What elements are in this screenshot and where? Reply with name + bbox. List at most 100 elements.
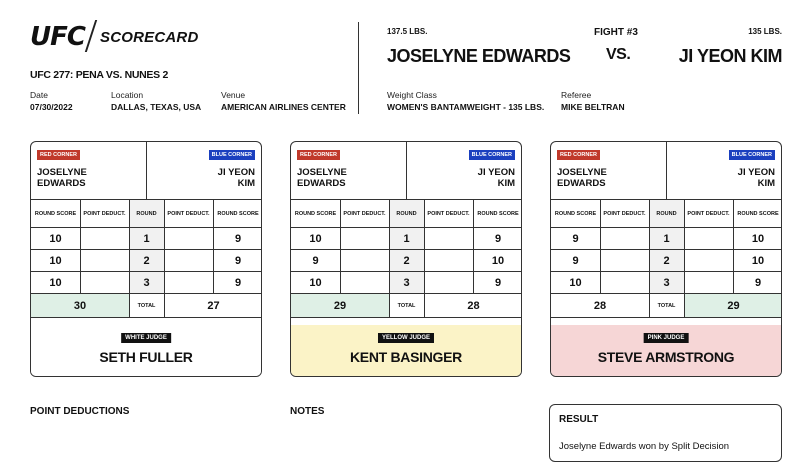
- result-box: RESULT Joselyne Edwards won by Split Dec…: [549, 404, 782, 462]
- grid-line: [649, 200, 650, 318]
- judge-name: STEVE ARMSTRONG: [597, 349, 735, 365]
- red-corner-name: JOSELYNE EDWARDS: [297, 167, 347, 189]
- red-round-score: 10: [49, 276, 62, 289]
- blue-round-score: 10: [751, 254, 765, 267]
- grid-line: [733, 200, 734, 294]
- blue-total: 27: [164, 294, 261, 317]
- red-fighter-name: JOSELYNE EDWARDS: [387, 46, 571, 66]
- ufc-logo: UFC: [30, 22, 86, 52]
- fight-number: FIGHT #3: [594, 27, 638, 38]
- corner-divider: [146, 142, 147, 200]
- red-round-score: 10: [49, 254, 62, 267]
- blue-corner-badge: BLUE CORNER: [468, 150, 515, 160]
- venue-value: AMERICAN AIRLINES CENTER: [221, 102, 346, 112]
- judge-color-badge: WHITE JUDGE: [121, 333, 171, 343]
- blue-round-score: 9: [494, 232, 502, 245]
- total-label: TOTAL: [657, 302, 676, 309]
- header-cell: POINT DEDUCT.: [603, 210, 646, 217]
- round-number: 2: [129, 250, 164, 271]
- referee-label: Referee: [561, 90, 592, 100]
- score-header-row: ROUND SCORE POINT DEDUCT. ROUND POINT DEDUC…: [31, 200, 261, 228]
- red-corner-badge: RED CORNER: [297, 150, 340, 160]
- judge-name: KENT BASINGER: [350, 349, 462, 365]
- total-row: 28 TOTAL 29: [551, 294, 781, 318]
- header-cell: ROUND SCORE: [217, 210, 259, 217]
- red-corner-badge: RED CORNER: [557, 150, 600, 160]
- grid-line: [164, 200, 165, 318]
- blue-round-score: 9: [234, 254, 242, 267]
- round-row: 10 2 9: [31, 250, 261, 272]
- red-point-deduct: [80, 250, 129, 271]
- red-round-score: 10: [309, 232, 322, 245]
- blue-point-deduct: [684, 272, 733, 293]
- scorecard-3: RED CORNER BLUE CORNER JOSELYNE EDWARDS JI Y…: [550, 141, 782, 377]
- red-last-name: EDWARDS: [557, 178, 606, 189]
- scorecard-1: RED CORNER BLUE CORNER JOSELYNE EDWARDS JI Y…: [30, 141, 262, 377]
- blue-round-score: 10: [491, 254, 505, 267]
- judge-panel: WHITE JUDGE SETH FULLER: [31, 325, 261, 376]
- red-round-score: 9: [312, 254, 319, 267]
- red-point-deduct: [600, 228, 649, 249]
- round-row: 10 1 9: [31, 228, 261, 250]
- blue-point-deduct: [164, 228, 213, 249]
- scorecard-2: RED CORNER BLUE CORNER JOSELYNE EDWARDS JI Y…: [290, 141, 522, 377]
- blue-point-deduct: [164, 250, 213, 271]
- grid-line: [80, 200, 81, 294]
- red-total: 29: [291, 294, 389, 317]
- header-cell: ROUND: [129, 200, 164, 227]
- red-first-name: JOSELYNE: [37, 167, 87, 178]
- red-round-score: 9: [572, 232, 579, 245]
- header-cell: ROUND: [649, 200, 684, 227]
- header-cell: ROUND SCORE: [554, 210, 597, 217]
- round-number: 3: [129, 272, 164, 293]
- blue-weight: 135 LBS.: [748, 27, 782, 36]
- round-row: 10 3 9: [551, 272, 781, 294]
- corner-header: RED CORNER BLUE CORNER JOSELYNE EDWARDS JI Y…: [291, 142, 521, 200]
- location-value: DALLAS, TEXAS, USA: [111, 102, 202, 112]
- blue-last-name: KIM: [757, 178, 775, 189]
- round-row: 9 1 10: [551, 228, 781, 250]
- blue-round-score: 10: [751, 232, 765, 245]
- versus: VS.: [606, 46, 631, 63]
- blue-point-deduct: [684, 250, 733, 271]
- round-number: 3: [649, 272, 684, 293]
- total-row: 30 TOTAL 27: [31, 294, 261, 318]
- red-corner-name: JOSELYNE EDWARDS: [557, 167, 607, 189]
- logo-divider: [84, 20, 98, 52]
- blue-fighter-name: JI YEON KIM: [678, 46, 783, 66]
- header-cell: ROUND: [389, 200, 424, 227]
- header-cell: ROUND SCORE: [737, 210, 779, 217]
- red-point-deduct: [80, 228, 129, 249]
- round-number: 1: [389, 228, 424, 249]
- blue-point-deduct: [684, 228, 733, 249]
- red-point-deduct: [340, 272, 389, 293]
- judge-color-badge: PINK JUDGE: [643, 333, 689, 343]
- blue-point-deduct: [164, 272, 213, 293]
- red-corner-name: JOSELYNE EDWARDS: [37, 167, 87, 189]
- notes-heading: NOTES: [290, 406, 325, 417]
- blue-first-name: JI YEON: [737, 167, 775, 178]
- result-title: RESULT: [559, 414, 599, 425]
- round-number: 1: [129, 228, 164, 249]
- weightclass-value: WOMEN'S BANTAMWEIGHT - 135 LBS.: [387, 102, 545, 112]
- blue-total: 28: [424, 294, 521, 317]
- corner-header: RED CORNER BLUE CORNER JOSELYNE EDWARDS JI Y…: [31, 142, 261, 200]
- judge-color-badge: YELLOW JUDGE: [377, 333, 435, 343]
- grid-line: [129, 200, 130, 318]
- header-cell: POINT DEDUCT.: [343, 210, 386, 217]
- red-round-score: 9: [572, 254, 579, 267]
- red-total: 28: [551, 294, 649, 317]
- red-round-score: 10: [569, 276, 582, 289]
- date-value: 07/30/2022: [30, 102, 73, 112]
- header-cell: ROUND SCORE: [34, 210, 77, 217]
- header-cell: ROUND SCORE: [477, 210, 519, 217]
- referee-value: MIKE BELTRAN: [561, 102, 625, 112]
- round-row: 10 3 9: [291, 272, 521, 294]
- header-cell: POINT DEDUCT.: [167, 210, 210, 217]
- judge-panel: PINK JUDGE STEVE ARMSTRONG: [551, 325, 781, 376]
- blue-round-score: 9: [234, 232, 242, 245]
- total-label: TOTAL: [397, 302, 416, 309]
- blue-total: 29: [684, 294, 781, 317]
- blue-round-score: 9: [234, 276, 242, 289]
- round-number: 3: [389, 272, 424, 293]
